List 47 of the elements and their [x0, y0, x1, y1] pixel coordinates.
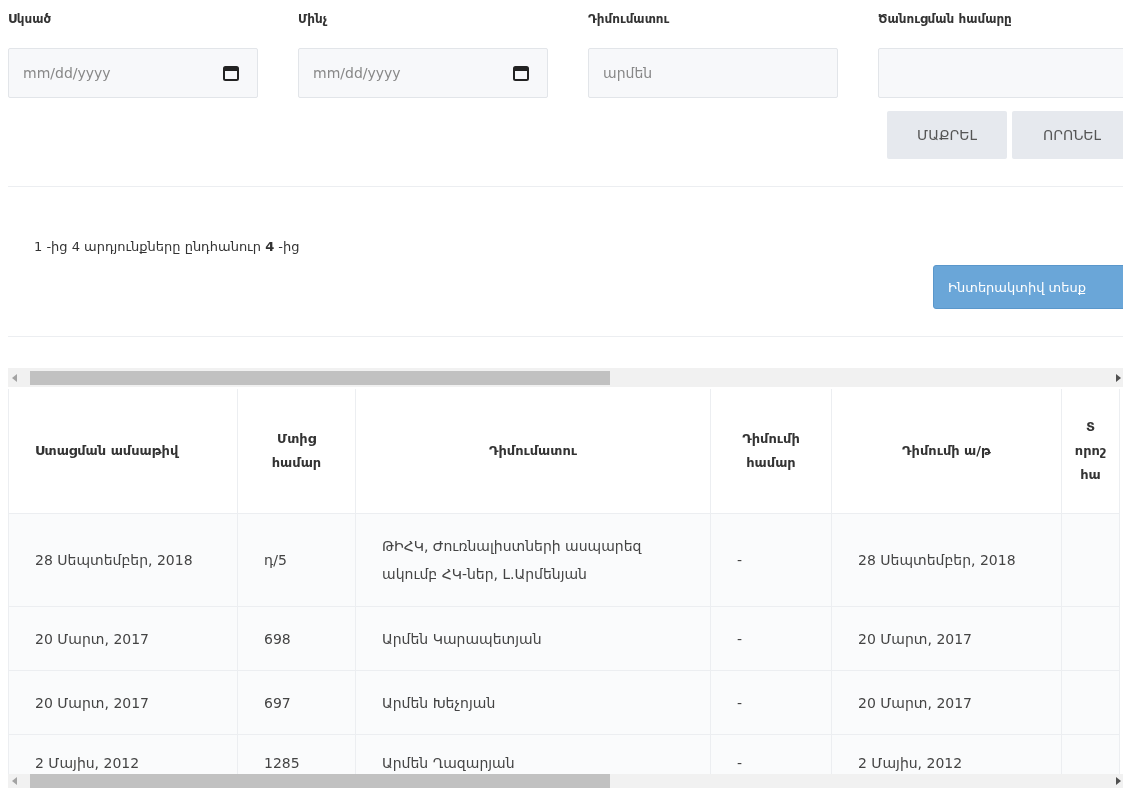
table-cell: ԹԻՀԿ, Ժուռնալիստների ասպարեզ ակումբ ՀԿ-ներ, Լ.Արմենյան	[355, 513, 711, 607]
column-header: Ստացման ամսաթիվ	[8, 389, 238, 514]
action-button[interactable]: ՈՐՈՆԵԼ	[1012, 111, 1123, 159]
table-cell: 2 Մայիս, 2012	[831, 734, 1062, 774]
right-arrow-icon[interactable]	[1116, 777, 1121, 785]
field-label: Դիմումատու	[588, 11, 671, 28]
table-cell: -	[710, 670, 832, 735]
scroll-thumb[interactable]	[30, 371, 610, 385]
table-cell: 698	[237, 606, 356, 671]
results-summary: 1 -ից 4 արդյունքները ընդհանուր 4 -ից	[34, 239, 300, 254]
table-cell: 28 Սեպտեմբեր, 2018	[831, 513, 1062, 607]
column-header: Դիմումի ա/թ	[831, 389, 1062, 514]
column-header: Դիմումատու	[355, 389, 711, 514]
table-cell: 697	[237, 670, 356, 735]
table-cell: Արմեն Խեչոյան	[355, 670, 711, 735]
calendar-icon[interactable]	[222, 64, 240, 82]
field-label: Ծանուցման համարը	[878, 11, 1013, 28]
scroll-thumb[interactable]	[30, 774, 610, 788]
horizontal-scrollbar[interactable]	[8, 774, 1123, 788]
column-header: Տ որոշ հա	[1061, 389, 1120, 514]
table-cell: Արմեն Ղազարյան	[355, 734, 711, 774]
table-cell: -	[710, 606, 832, 671]
table-cell: 20 Մարտ, 2017	[831, 606, 1062, 671]
text-field[interactable]	[878, 48, 1123, 98]
table-cell: 20 Մարտ, 2017	[831, 670, 1062, 735]
table-cell: 2 Մայիս, 2012	[8, 734, 238, 774]
table-cell: Արմեն Կարապետյան	[355, 606, 711, 671]
horizontal-scrollbar[interactable]	[8, 368, 1123, 387]
table-cell: 20 Մարտ, 2017	[8, 670, 238, 735]
right-arrow-icon[interactable]	[1116, 374, 1121, 382]
left-arrow-icon[interactable]	[12, 777, 17, 785]
field-label: Մինչ	[298, 11, 329, 28]
text-field[interactable]: արմեն	[588, 48, 838, 98]
action-button[interactable]: ՄԱՔՐԵԼ	[887, 111, 1007, 159]
table-cell: 1285	[237, 734, 356, 774]
table-cell: 20 Մարտ, 2017	[8, 606, 238, 671]
date-field[interactable]: mm/dd/yyyy	[8, 48, 258, 98]
table-cell: -	[710, 513, 832, 607]
column-header: Մտից համար	[237, 389, 356, 514]
date-field[interactable]: mm/dd/yyyy	[298, 48, 548, 98]
table-cell: -	[710, 734, 832, 774]
column-header: Դիմումի համար	[710, 389, 832, 514]
calendar-icon[interactable]	[512, 64, 530, 82]
left-arrow-icon[interactable]	[12, 374, 17, 382]
table-cell: դ/5	[237, 513, 356, 607]
table-cell: 28 Սեպտեմբեր, 2018	[8, 513, 238, 607]
field-label: Սկսած	[8, 11, 53, 28]
